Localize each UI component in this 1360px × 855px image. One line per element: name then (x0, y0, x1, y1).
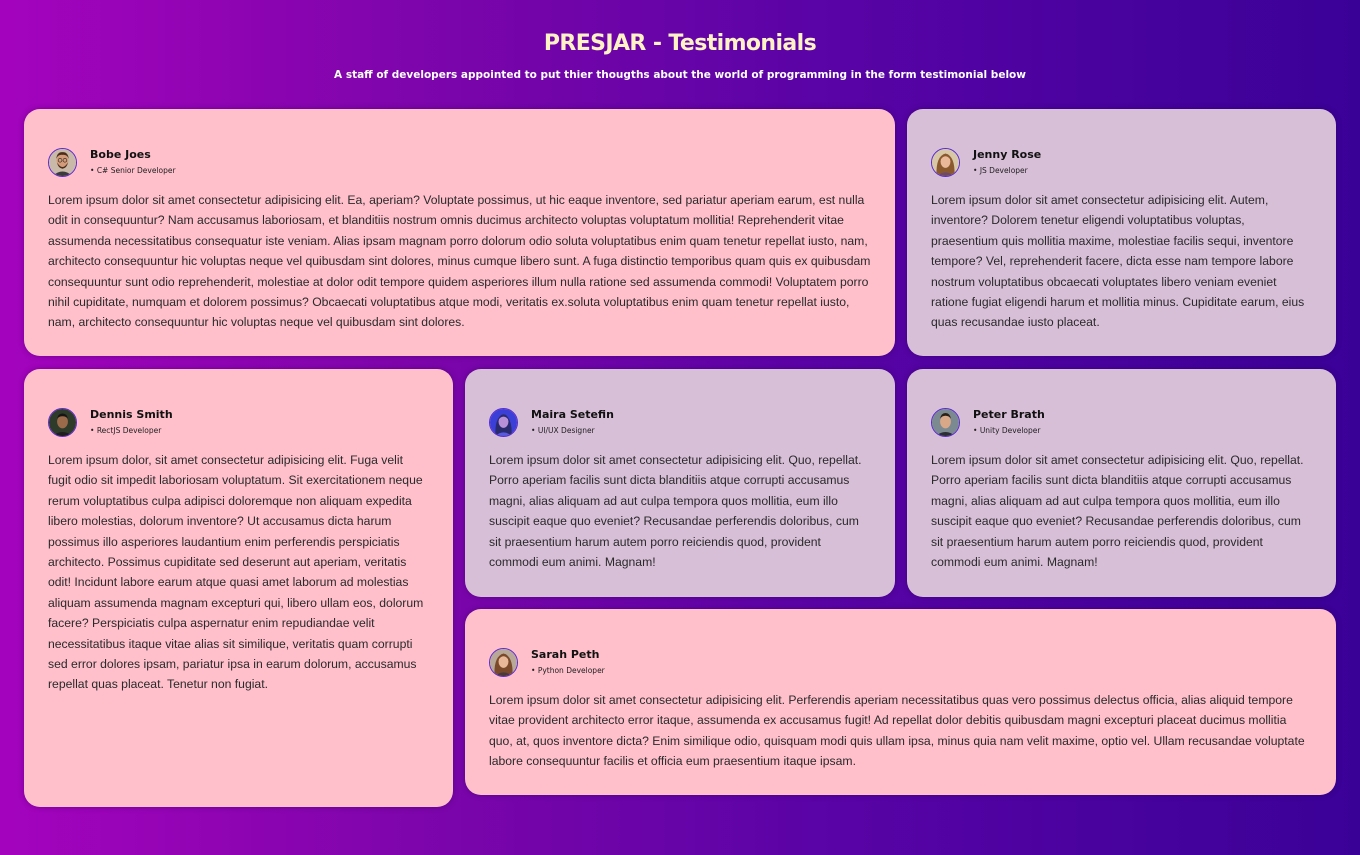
testimonial-text: Lorem ipsum dolor sit amet consectetur a… (48, 193, 871, 330)
author-name: Dennis Smith (90, 407, 173, 421)
testimonial-header: Maira Setefin UI/UX Designer (489, 404, 871, 440)
author-info: Jenny Rose JS Developer (973, 148, 1041, 177)
testimonial-text: Lorem ipsum dolor sit amet consectetur a… (489, 453, 862, 570)
author-info: Peter Brath Unity Developer (973, 408, 1045, 437)
testimonial-text: Lorem ipsum dolor sit amet consectetur a… (931, 453, 1304, 570)
author-info: Maira Setefin UI/UX Designer (531, 408, 614, 437)
author-role: UI/UX Designer (531, 425, 614, 437)
author-role: JS Developer (973, 165, 1041, 177)
testimonial-card-jenny-rose: Jenny Rose JS Developer Lorem ipsum dolo… (907, 109, 1336, 356)
author-role: C# Senior Developer (90, 165, 176, 177)
avatar-woman-icon (931, 147, 960, 177)
page-subtitle: A staff of developers appointed to put t… (334, 69, 1026, 81)
author-name: Jenny Rose (973, 147, 1042, 161)
avatar-man-icon (931, 407, 960, 437)
author-name: Peter Brath (973, 407, 1045, 421)
avatar-woman-icon (489, 647, 518, 677)
author-name: Maira Setefin (531, 407, 614, 421)
testimonial-card-peter-brath: Peter Brath Unity Developer Lorem ipsum … (907, 369, 1336, 597)
author-name: Sarah Peth (531, 647, 600, 661)
testimonial-card-dennis-smith: Dennis Smith RectJS Developer Lorem ipsu… (24, 369, 453, 807)
testimonial-header: Bobe Joes C# Senior Developer (48, 144, 871, 180)
testimonial-header: Dennis Smith RectJS Developer (48, 404, 429, 440)
avatar-man-icon (48, 407, 77, 437)
avatar-man-beard-glasses-icon (48, 147, 77, 177)
page-header: PRESJAR - Testimonials A staff of develo… (0, 26, 1360, 84)
testimonial-header: Jenny Rose JS Developer (931, 144, 1312, 180)
testimonial-text: Lorem ipsum dolor sit amet consectetur a… (931, 193, 1305, 330)
testimonial-text: Lorem ipsum dolor, sit amet consectetur … (48, 453, 424, 692)
testimonial-card-maira-setefin: Maira Setefin UI/UX Designer Lorem ipsum… (465, 369, 895, 597)
page-title: PRESJAR - Testimonials (543, 31, 817, 56)
testimonial-header: Peter Brath Unity Developer (931, 404, 1312, 440)
author-role: Python Developer (531, 665, 605, 677)
testimonial-card-bobe-joes: Bobe Joes C# Senior Developer Lorem ipsu… (24, 109, 895, 356)
testimonial-header: Sarah Peth Python Developer (489, 644, 1312, 680)
author-info: Sarah Peth Python Developer (531, 648, 605, 677)
author-role: Unity Developer (973, 425, 1045, 437)
author-role: RectJS Developer (90, 425, 173, 437)
testimonial-text: Lorem ipsum dolor sit amet consectetur a… (489, 693, 1305, 769)
author-info: Dennis Smith RectJS Developer (90, 408, 173, 437)
author-name: Bobe Joes (90, 147, 151, 161)
author-info: Bobe Joes C# Senior Developer (90, 148, 176, 177)
avatar-woman-icon (489, 407, 518, 437)
testimonial-card-sarah-peth: Sarah Peth Python Developer Lorem ipsum … (465, 609, 1336, 795)
